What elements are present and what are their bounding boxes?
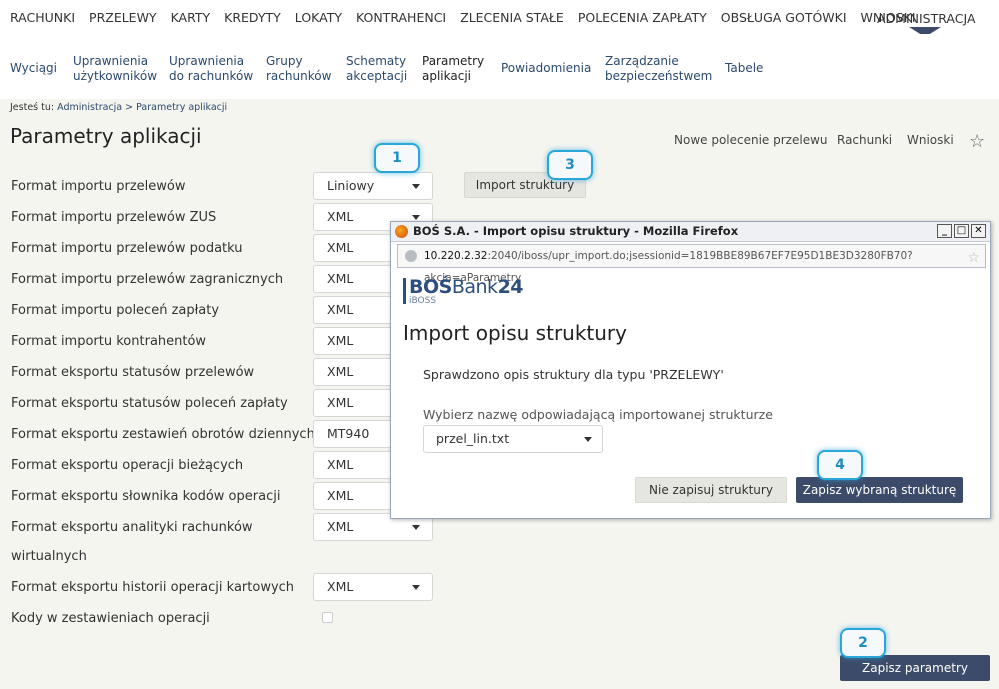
- row-label: Format eksportu statusów przelewów: [11, 365, 255, 380]
- row-label: Format eksportu statusów poleceń zapłaty: [11, 396, 288, 411]
- favorite-star-icon[interactable]: ☆: [969, 131, 985, 152]
- dont-save-button[interactable]: Nie zapisuj struktury: [635, 477, 787, 503]
- popup-heading: Import opisu struktury: [403, 321, 627, 345]
- row-label: Format eksportu zestawień obrotów dzienn…: [11, 427, 315, 442]
- row-label: Format eksportu słownika kodów operacji: [11, 489, 281, 504]
- row-label: Format importu poleceń zapłaty: [11, 303, 220, 318]
- subnav-parametry-aplikacji[interactable]: Parametry aplikacji: [422, 54, 484, 84]
- popup-info-text: Sprawdzono opis struktury dla typu 'PRZE…: [423, 367, 724, 382]
- subnav-tabele[interactable]: Tabele: [725, 61, 763, 76]
- row-label-continued: wirtualnych: [11, 549, 87, 564]
- chevron-down-icon: [584, 437, 592, 442]
- logo-sub: iBOSS: [409, 296, 437, 306]
- minimize-icon[interactable]: _: [937, 224, 952, 238]
- row-label: Format importu przelewów: [11, 179, 186, 194]
- callout-badge-3: 3: [547, 150, 593, 180]
- topnav-kredyty[interactable]: KREDYTY: [224, 10, 281, 25]
- save-params-button[interactable]: Zapisz parametry: [840, 655, 990, 681]
- chevron-down-icon: [412, 215, 420, 220]
- breadcrumb: Jesteś tu: Administracja > Parametry apl…: [10, 102, 227, 113]
- close-icon[interactable]: ✕: [971, 224, 986, 238]
- row-label: Format eksportu historii operacji kartow…: [11, 580, 295, 595]
- subnav-grupy-rachunkow[interactable]: Grupy rachunków: [266, 54, 331, 84]
- topnav-karty[interactable]: KARTY: [171, 10, 211, 25]
- topnav-obsluga-gotowki[interactable]: OBSŁUGA GOTÓWKI: [721, 10, 847, 25]
- page-title: Parametry aplikacji: [10, 124, 202, 148]
- subnav-wyciagi[interactable]: Wyciągi: [10, 61, 57, 76]
- topnav-przelewy[interactable]: PRZELEWY: [89, 10, 157, 25]
- topnav-administracja[interactable]: ADMINISTRACJA: [877, 11, 976, 26]
- chevron-down-icon: [412, 184, 420, 189]
- firefox-icon: [395, 225, 408, 238]
- row-label: Format importu przelewów ZUS: [11, 210, 217, 225]
- topnav-lokaty[interactable]: LOKATY: [295, 10, 342, 25]
- breadcrumb-prefix: Jesteś tu:: [10, 102, 55, 113]
- save-selected-structure-button[interactable]: Zapisz wybraną strukturę: [796, 477, 963, 503]
- callout-badge-1: 1: [374, 143, 420, 173]
- popup-choose-label: Wybierz nazwę odpowiadającą importowanej…: [423, 407, 773, 422]
- subnav-uprawnienia-uzytkownikow[interactable]: Uprawnienia użytkowników: [73, 54, 157, 84]
- kody-checkbox[interactable]: [322, 612, 333, 623]
- sub-navigation: Wyciągi Uprawnienia użytkowników Uprawnie…: [0, 34, 999, 99]
- quicklink-rachunki[interactable]: Rachunki: [837, 133, 892, 147]
- popup-window-title: BOŚ S.A. - Import opisu struktury - Mozi…: [413, 224, 739, 238]
- row-label: Format eksportu analityki rachunków: [11, 520, 253, 535]
- quicklink-nowe-polecenie-przelewu[interactable]: Nowe polecenie przelewu: [674, 133, 828, 147]
- site-info-icon[interactable]: [405, 250, 417, 262]
- maximize-icon[interactable]: □: [954, 224, 969, 238]
- bookmark-star-icon[interactable]: ☆: [967, 247, 980, 269]
- breadcrumb-path[interactable]: Administracja > Parametry aplikacji: [57, 102, 227, 113]
- select-format-importu-przelewow[interactable]: Liniowy: [313, 172, 433, 200]
- subnav-uprawnienia-do-rachunkow[interactable]: Uprawnienia do rachunków: [169, 54, 253, 84]
- url-bar[interactable]: 10.220.2.32:2040/iboss/upr_import.do;jse…: [397, 244, 986, 284]
- callout-badge-4: 4: [817, 450, 863, 480]
- subnav-powiadomienia[interactable]: Powiadomienia: [501, 61, 591, 76]
- topnav-polecenia-zaplaty[interactable]: POLECENIA ZAPŁATY: [578, 10, 707, 25]
- subnav-zarzadzanie-bezpieczenstwem[interactable]: Zarządzanie bezpieczeństwem: [605, 54, 712, 84]
- top-navigation: RACHUNKI PRZELEWY KARTY KREDYTY LOKATY K…: [0, 0, 999, 37]
- topnav-rachunki[interactable]: RACHUNKI: [10, 10, 75, 25]
- select-format-eksportu-historii-kartowych[interactable]: XML: [313, 573, 433, 601]
- logo-bar: [403, 278, 406, 304]
- topnav-zlecenia-stale[interactable]: ZLECENIA STAŁE: [460, 10, 564, 25]
- checkbox-label: Kody w zestawieniach operacji: [11, 611, 210, 626]
- row-label: Format importu przelewów podatku: [11, 241, 243, 256]
- url-host: 10.220.2.32: [424, 250, 488, 262]
- row-label: Format importu kontrahentów: [11, 334, 207, 349]
- popup-titlebar: BOŚ S.A. - Import opisu struktury - Mozi…: [391, 222, 990, 242]
- row-label: Format importu przelewów zagranicznych: [11, 272, 284, 287]
- structure-name-select[interactable]: przel_lin.txt: [423, 425, 603, 453]
- chevron-down-icon: [412, 585, 420, 590]
- chevron-down-icon: [412, 525, 420, 530]
- quicklink-wnioski[interactable]: Wnioski: [907, 133, 954, 147]
- logo-name: BOŚBank24: [409, 276, 524, 298]
- row-label: Format eksportu operacji bieżących: [11, 458, 244, 473]
- import-popup-window: BOŚ S.A. - Import opisu struktury - Mozi…: [390, 221, 991, 519]
- callout-badge-2: 2: [840, 628, 886, 658]
- subnav-schematy-akceptacji[interactable]: Schematy akceptacji: [346, 54, 407, 84]
- topnav-kontrahenci[interactable]: KONTRAHENCI: [356, 10, 446, 25]
